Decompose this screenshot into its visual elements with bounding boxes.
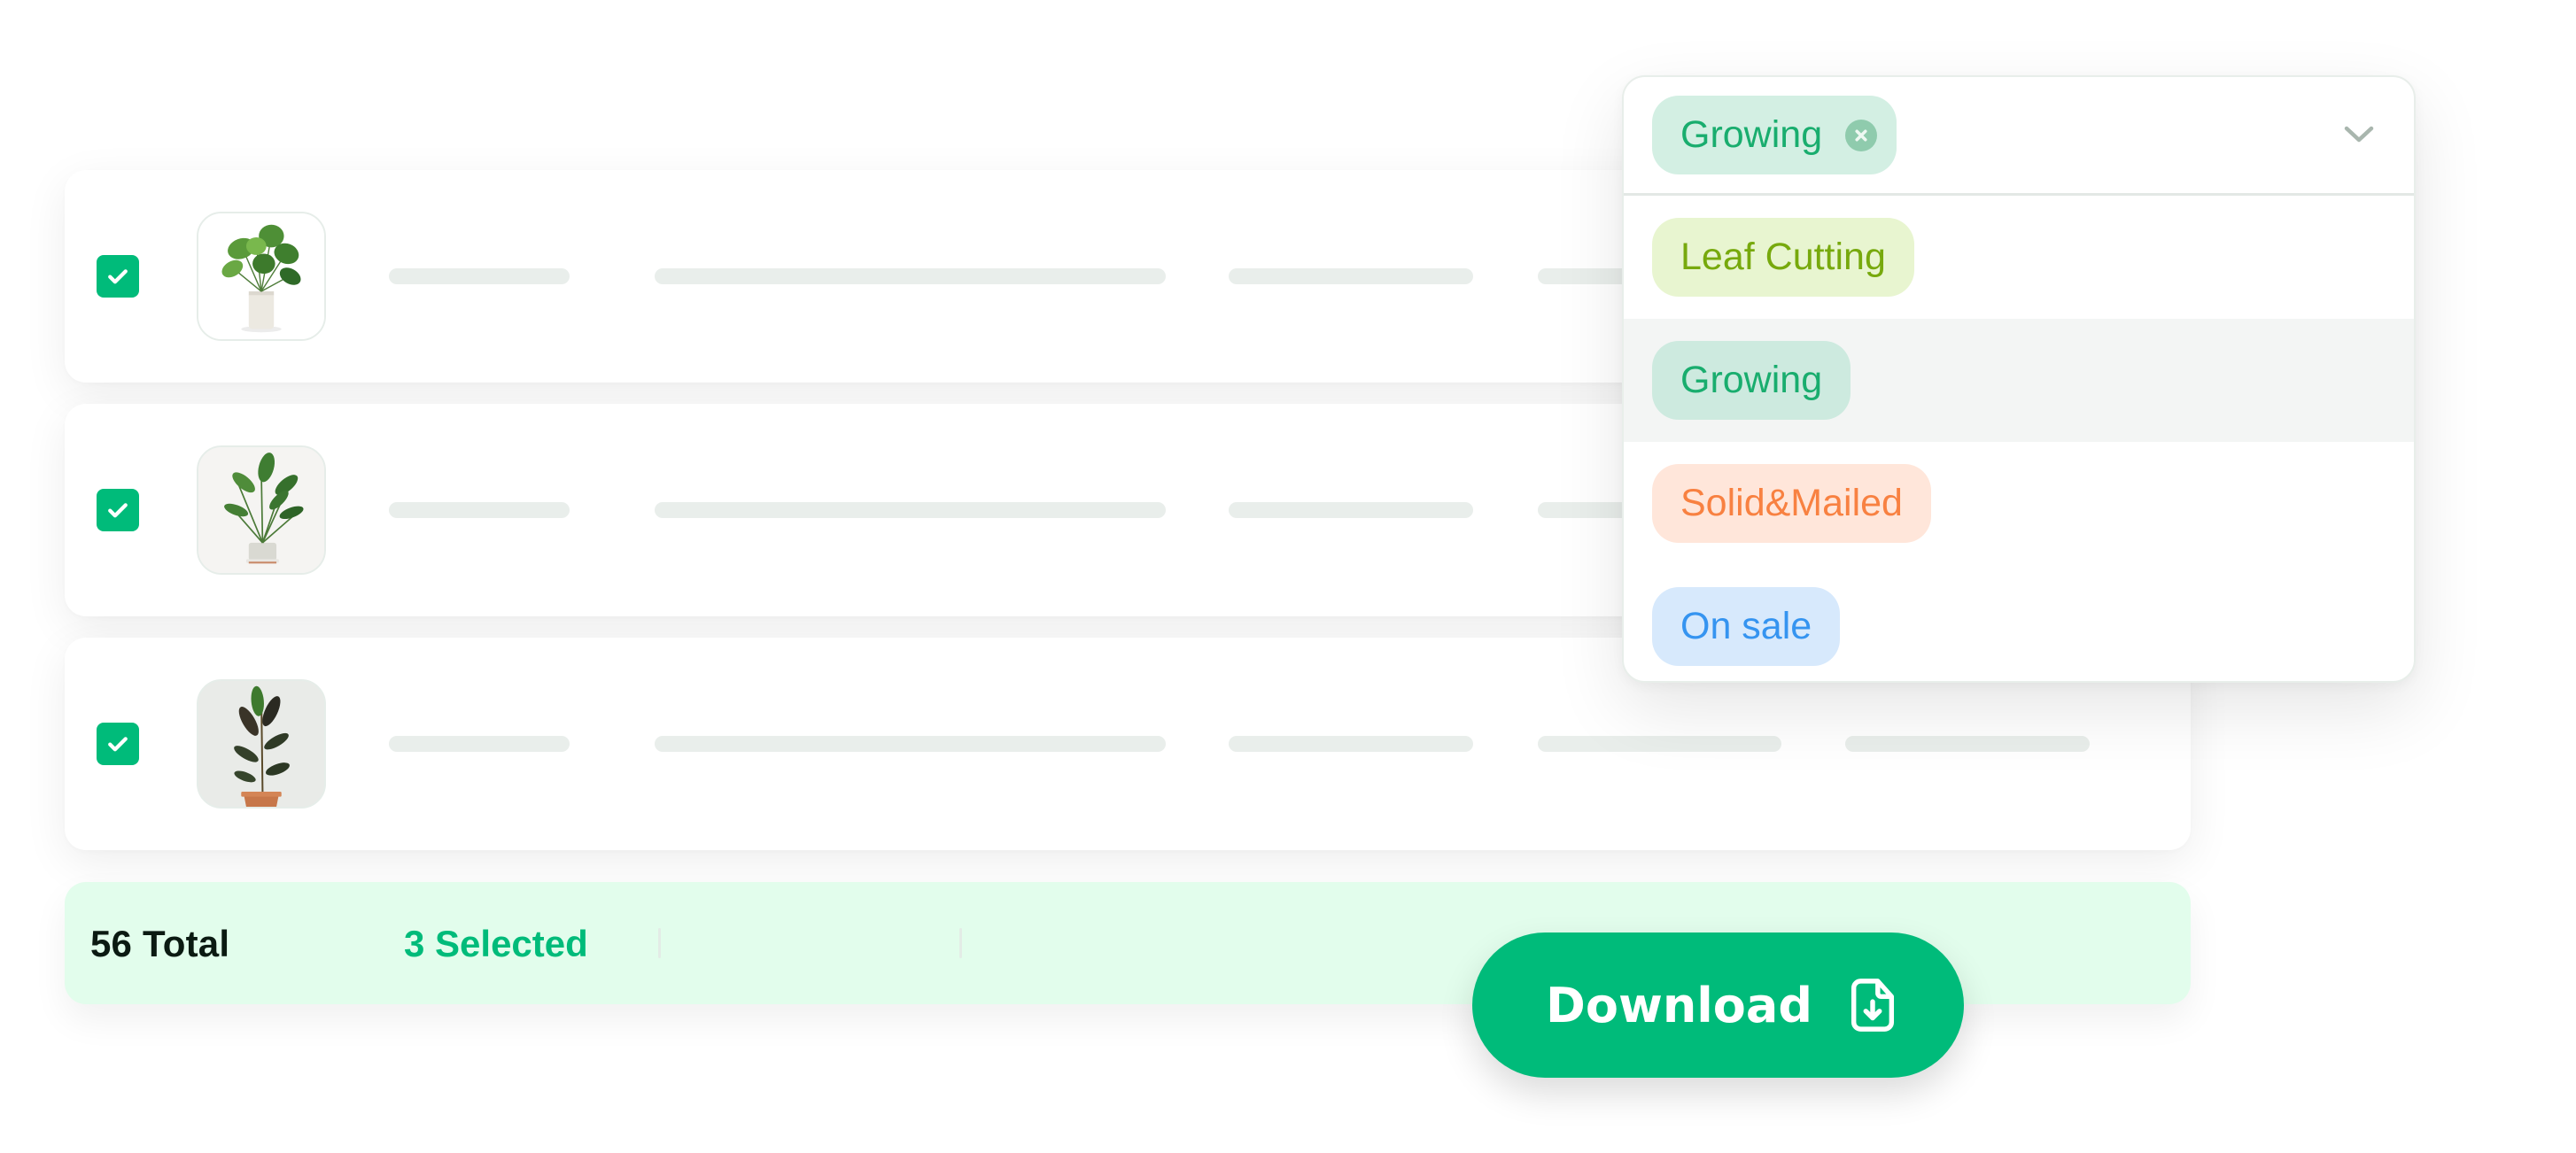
row-checkbox[interactable]	[97, 255, 139, 298]
placeholder-bar	[389, 268, 570, 284]
download-button-label: Download	[1546, 977, 1812, 1033]
option-label: Solid&Mailed	[1680, 482, 1903, 524]
dropdown-option-growing[interactable]: Growing	[1624, 319, 2414, 442]
selected-tag-growing: Growing	[1652, 96, 1897, 174]
product-thumbnail	[197, 445, 326, 575]
placeholder-bar	[655, 268, 1166, 284]
option-tag: Leaf Cutting	[1652, 218, 1914, 297]
dropdown-option-on-sale[interactable]: On sale	[1624, 565, 2414, 681]
product-thumbnail	[197, 679, 326, 809]
check-icon	[108, 269, 128, 284]
placeholder-bar	[1845, 736, 2090, 752]
selected-count: 3 Selected	[404, 923, 588, 964]
option-tag: Growing	[1652, 341, 1851, 420]
placeholder-bar	[1538, 736, 1781, 752]
placeholder-bar	[389, 736, 570, 752]
option-tag: On sale	[1652, 587, 1841, 666]
status-dropdown[interactable]: Growing Leaf Cutting Growing Solid&Maile…	[1622, 75, 2416, 683]
dropdown-option-solid-mailed[interactable]: Solid&Mailed	[1624, 442, 2414, 565]
row-checkbox[interactable]	[97, 723, 139, 765]
selected-tag-label: Growing	[1680, 113, 1823, 156]
option-tag: Solid&Mailed	[1652, 464, 1931, 543]
option-label: Leaf Cutting	[1680, 236, 1886, 278]
total-count: 56 Total	[90, 923, 230, 964]
monstera-plant-image	[198, 213, 324, 339]
placeholder-bar	[1229, 502, 1473, 518]
status-select-field[interactable]: Growing	[1624, 77, 2414, 196]
check-icon	[108, 737, 128, 752]
download-button[interactable]: Download	[1472, 932, 1964, 1078]
option-label: On sale	[1680, 605, 1812, 647]
divider	[658, 928, 661, 958]
placeholder-bar	[389, 502, 570, 518]
option-label: Growing	[1680, 359, 1823, 401]
placeholder-bar	[655, 502, 1166, 518]
product-thumbnail	[197, 212, 326, 341]
rubber-plant-image	[198, 681, 324, 807]
placeholder-bar	[1229, 268, 1473, 284]
file-download-icon	[1851, 979, 1895, 1032]
divider	[959, 928, 962, 958]
placeholder-bar	[1229, 736, 1473, 752]
placeholder-bar	[655, 736, 1166, 752]
chevron-down-icon[interactable]	[2343, 124, 2375, 145]
row-checkbox[interactable]	[97, 489, 139, 531]
dropdown-option-leaf-cutting[interactable]: Leaf Cutting	[1624, 196, 2414, 319]
bird-of-paradise-plant-image	[198, 447, 324, 573]
close-circle-icon[interactable]	[1845, 119, 1878, 151]
check-icon	[108, 503, 128, 518]
